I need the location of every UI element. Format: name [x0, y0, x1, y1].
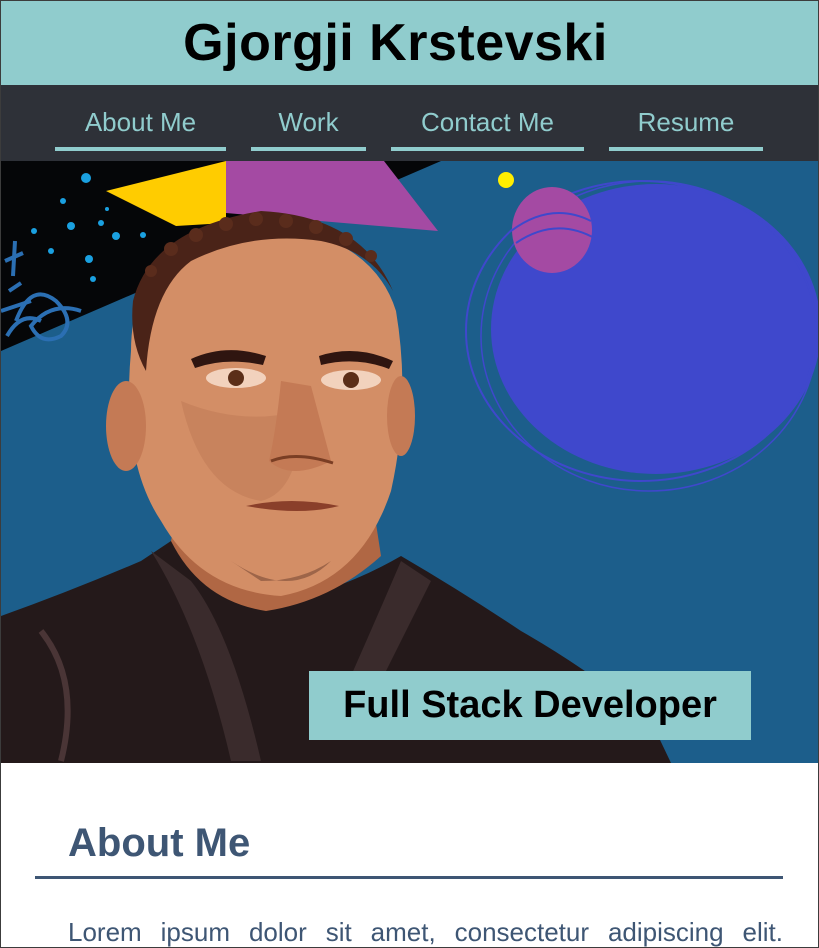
site-header: Gjorgji Krstevski: [1, 1, 818, 85]
nav-work[interactable]: Work: [251, 105, 366, 151]
nav-about-me[interactable]: About Me: [55, 105, 226, 151]
main-nav: About Me Work Contact Me Resume: [1, 85, 818, 161]
site-title: Gjorgji Krstevski: [183, 14, 608, 72]
page: Gjorgji Krstevski About Me Work Contact …: [0, 0, 819, 948]
about-heading: About Me: [68, 821, 251, 865]
hero-caption-box: Full Stack Developer: [309, 671, 751, 740]
pink-circle: [512, 187, 592, 273]
yellow-dot: [498, 172, 514, 188]
hero-section: Full Stack Developer: [1, 161, 818, 763]
about-divider: [35, 876, 783, 879]
nav-contact-me[interactable]: Contact Me: [391, 105, 584, 151]
about-text: Lorem ipsum dolor sit amet, consectetur …: [68, 917, 783, 947]
hero-caption: Full Stack Developer: [343, 684, 717, 726]
nav-resume[interactable]: Resume: [609, 105, 763, 151]
